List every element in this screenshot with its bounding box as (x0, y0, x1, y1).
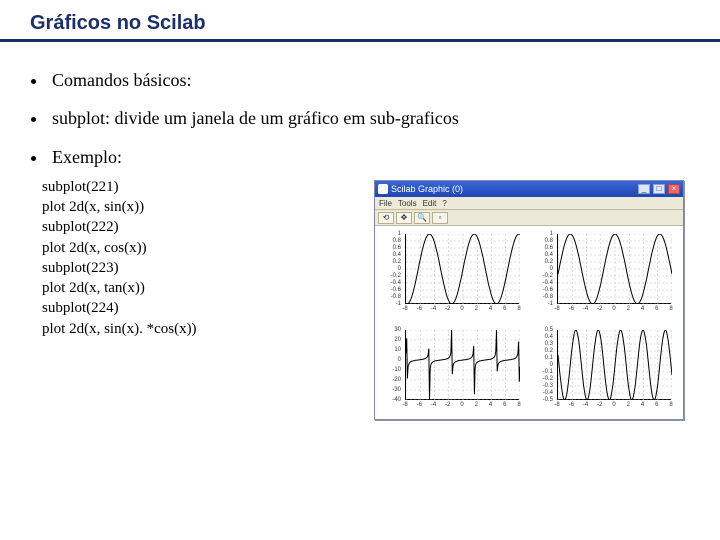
maximize-button[interactable]: □ (653, 184, 665, 194)
titlebar: Scilab Graphic (0) _ □ × (375, 181, 683, 197)
arrows-icon[interactable]: ✥ (396, 212, 412, 224)
menu-edit[interactable]: Edit (423, 199, 437, 208)
zoom-out-icon[interactable]: ▫ (432, 212, 448, 224)
subplot-223: -40-30-20-100102030-8-6-4-202468 (383, 326, 523, 414)
close-button[interactable]: × (668, 184, 680, 194)
menu-help[interactable]: ? (442, 199, 446, 208)
minimize-button[interactable]: _ (638, 184, 650, 194)
window-title: Scilab Graphic (0) (391, 184, 635, 194)
slide-title: Gráficos no Scilab (24, 12, 696, 39)
scilab-window: Scilab Graphic (0) _ □ × File Tools Edit… (374, 180, 684, 420)
subplot-222: -1-0.8-0.6-0.4-0.200.20.40.60.81-8-6-4-2… (535, 230, 675, 318)
toolbar: ⟲ ✥ 🔍 ▫ (375, 210, 683, 226)
title-divider (0, 39, 720, 42)
menu-tools[interactable]: Tools (398, 199, 417, 208)
plot-canvas: -1-0.8-0.6-0.4-0.200.20.40.60.81-8-6-4-2… (375, 226, 683, 419)
bullet-item: subplot: divide um janela de um gráfico … (48, 106, 696, 130)
bullet-list: Comandos básicos: subplot: divide um jan… (48, 68, 696, 169)
rotate-icon[interactable]: ⟲ (378, 212, 394, 224)
menubar: File Tools Edit ? (375, 197, 683, 210)
bullet-item: Comandos básicos: (48, 68, 696, 92)
subplot-221: -1-0.8-0.6-0.4-0.200.20.40.60.81-8-6-4-2… (383, 230, 523, 318)
menu-file[interactable]: File (379, 199, 392, 208)
subplot-224: -0.5-0.4-0.3-0.2-0.100.10.20.30.40.5-8-6… (535, 326, 675, 414)
bullet-item: Exemplo: (48, 145, 696, 169)
app-icon (378, 184, 388, 194)
zoom-icon[interactable]: 🔍 (414, 212, 430, 224)
